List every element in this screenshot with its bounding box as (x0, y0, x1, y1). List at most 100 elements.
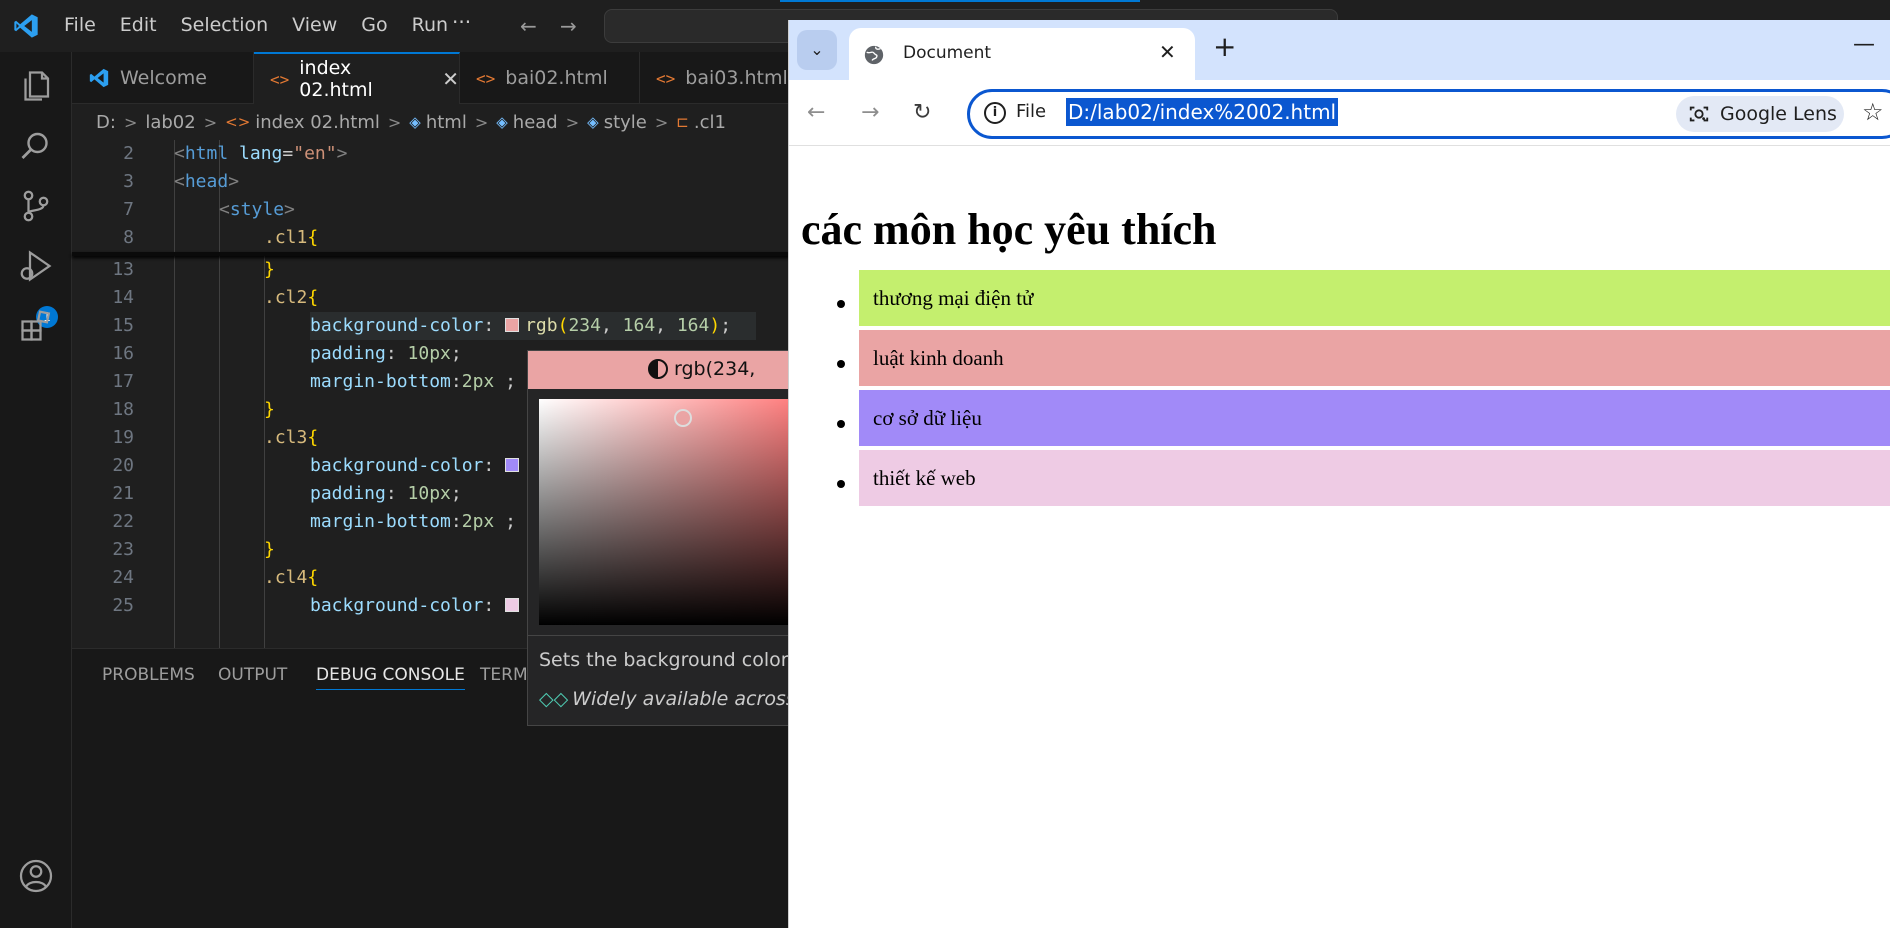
menu-view[interactable]: View (292, 14, 337, 36)
chevron-right-icon: > (474, 112, 489, 132)
breadcrumb-folder[interactable]: lab02 (145, 112, 195, 133)
list-bullet (837, 300, 845, 308)
sticky-scroll-divider (72, 252, 790, 256)
chrome-window: ⌄ Document ✕ + — ← → ↻ i File D:/lab02/i… (788, 20, 1890, 928)
tab-index-02[interactable]: <> index 02.html ✕ (254, 52, 460, 104)
desktop-screen: File Edit Selection View Go Run ··· ← → … (0, 0, 1890, 928)
search-icon[interactable] (18, 128, 54, 164)
list-item: luật kinh doanh (859, 330, 1890, 386)
page-heading: các môn học yêu thích (801, 205, 1217, 254)
globe-icon (864, 45, 884, 65)
menu-selection[interactable]: Selection (181, 14, 269, 36)
element-cube-icon: ◈ (409, 113, 421, 131)
bookmark-star-icon[interactable]: ☆ (1862, 98, 1884, 126)
breadcrumb-selector[interactable]: .cl1 (694, 112, 726, 133)
code-line: 14 .cl2{ (112, 287, 319, 308)
web-page: các môn học yêu thích thương mại điện tử… (789, 146, 1890, 928)
run-debug-icon[interactable] (18, 248, 54, 284)
breadcrumb-style[interactable]: style (604, 112, 647, 133)
code-line: 7 <style> (123, 199, 295, 220)
breadcrumb-head[interactable]: head (513, 112, 558, 133)
reload-icon[interactable]: ↻ (913, 100, 931, 125)
tab-terminal[interactable]: TERMI (480, 665, 533, 685)
list-bullet (837, 420, 845, 428)
breadcrumb-html[interactable]: html (426, 112, 467, 133)
tab-bai02[interactable]: <> bai02.html (460, 52, 640, 104)
tab-label: bai02.html (505, 67, 608, 89)
code-line: 3 <head> (123, 171, 240, 192)
code-line: 15 background-color: rgb(234, 164, 164); (112, 315, 732, 336)
minimize-button[interactable]: — (1853, 32, 1875, 57)
forward-arrow-icon[interactable]: → (861, 100, 879, 125)
tab-title: Document (903, 43, 992, 63)
vscode-logo-icon (89, 68, 109, 88)
saturation-box[interactable] (539, 399, 789, 625)
hover-divider (528, 635, 789, 636)
chrome-toolbar: ← → ↻ i File D:/lab02/index%2002.html Go… (789, 80, 1890, 146)
more-menu-icon[interactable]: ··· (452, 10, 471, 34)
tab-label: index 02.html (299, 57, 373, 101)
breadcrumb-file[interactable]: index 02.html (255, 112, 380, 133)
tab-output[interactable]: OUTPUT (218, 665, 287, 685)
saturation-handle[interactable] (674, 409, 692, 427)
title-accent-strip (780, 0, 1140, 2)
tab-label: Welcome (120, 67, 207, 89)
element-cube-icon: ◈ (496, 113, 508, 131)
color-picker-hover: rgb(234, Sets the background color ◇◇ Wid… (527, 350, 790, 726)
breadcrumb-drive[interactable]: D: (96, 112, 116, 133)
url-text[interactable]: D:/lab02/index%2002.html (1066, 98, 1339, 126)
vscode-logo-icon (14, 14, 38, 38)
baseline-text: Widely available across (572, 688, 790, 710)
browser-tab-document[interactable]: Document ✕ (849, 28, 1195, 80)
account-icon[interactable] (18, 858, 54, 894)
html-file-icon: <> (225, 113, 251, 131)
color-picker-header[interactable]: rgb(234, (528, 351, 789, 389)
new-tab-button[interactable]: + (1213, 30, 1236, 63)
back-arrow-icon[interactable]: ← (807, 100, 825, 125)
chevron-right-icon: > (387, 112, 402, 132)
source-control-icon[interactable] (18, 188, 54, 224)
explorer-icon[interactable] (18, 68, 54, 104)
color-swatch[interactable] (505, 318, 520, 332)
menu-edit[interactable]: Edit (120, 14, 157, 36)
menu-go[interactable]: Go (361, 14, 387, 36)
html-file-icon: <> (476, 68, 496, 88)
list-item: thiết kế web (859, 450, 1890, 506)
hover-description: Sets the background color (539, 649, 789, 671)
chevron-right-icon: > (565, 112, 580, 132)
list-bullet (837, 480, 845, 488)
lens-label: Google Lens (1720, 103, 1837, 125)
forward-arrow-icon[interactable]: → (560, 14, 577, 38)
extensions-icon[interactable] (18, 308, 54, 344)
list-bullet (837, 360, 845, 368)
tab-bai03[interactable]: <> bai03.html (640, 52, 790, 104)
close-tab-icon[interactable]: ✕ (442, 67, 459, 91)
element-cube-icon: ◈ (587, 113, 599, 131)
color-swatch[interactable] (505, 458, 520, 472)
close-tab-icon[interactable]: ✕ (1159, 40, 1176, 64)
baseline-icon: ◇◇ (539, 688, 569, 710)
breadcrumb: D: > lab02 > <> index 02.html > ◈ html >… (96, 110, 726, 134)
html-file-icon: <> (656, 68, 676, 88)
tab-search-chevron-icon[interactable]: ⌄ (797, 30, 837, 70)
color-swatch[interactable] (505, 598, 520, 612)
tab-welcome[interactable]: Welcome (72, 52, 254, 104)
lens-camera-icon (1689, 106, 1709, 122)
tab-problems[interactable]: PROBLEMS (102, 665, 195, 685)
html-file-icon: <> (270, 69, 290, 89)
baseline-status: ◇◇ Widely available across (539, 688, 790, 710)
tab-debug-console[interactable]: DEBUG CONSOLE (316, 665, 465, 690)
address-bar[interactable]: i File D:/lab02/index%2002.html Google L… (967, 89, 1890, 139)
code-line: 8 .cl1{ (123, 227, 319, 248)
picker-color-value[interactable]: rgb(234, (674, 358, 755, 380)
chrome-tab-strip: ⌄ Document ✕ + — (789, 20, 1890, 80)
code-line: 2 <html lang="en"> (123, 143, 348, 164)
menu-file[interactable]: File (64, 14, 96, 36)
list-item: thương mại điện tử (859, 270, 1890, 326)
list-item: cơ sở dữ liệu (859, 390, 1890, 446)
site-info-icon[interactable]: i (984, 102, 1006, 124)
contrast-icon (648, 359, 668, 379)
google-lens-button[interactable]: Google Lens (1676, 96, 1844, 132)
menu-run[interactable]: Run (412, 14, 448, 36)
back-arrow-icon[interactable]: ← (520, 14, 537, 38)
